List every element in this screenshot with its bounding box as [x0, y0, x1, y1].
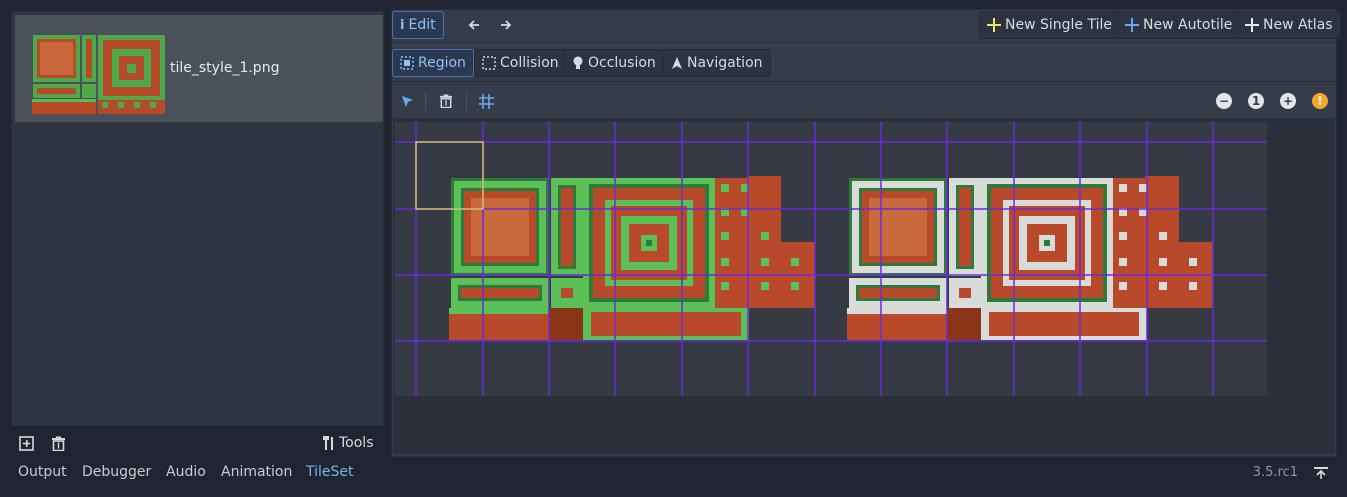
new-autotile-label: New Autotile: [1143, 17, 1233, 33]
texture-list-toolbar: Tools: [11, 428, 384, 458]
trash-icon: [51, 436, 65, 451]
tab-navigation-label: Navigation: [687, 55, 763, 71]
add-icon: [987, 18, 1001, 32]
region-icon: [400, 56, 414, 70]
warning-icon: !: [1317, 94, 1323, 108]
previous-tile-button[interactable]: [460, 11, 488, 39]
plus-icon: +: [1282, 94, 1294, 108]
toolbar-divider: [466, 91, 467, 111]
tileset-canvas-area[interactable]: [393, 118, 1335, 454]
toolbar-separator: [391, 42, 1337, 43]
tab-region[interactable]: Region: [392, 49, 474, 77]
minus-icon: −: [1218, 94, 1230, 108]
texture-list-item[interactable]: tile_style_1.png: [15, 15, 383, 122]
zoom-out-button[interactable]: −: [1216, 93, 1232, 109]
texture-thumbnail: [32, 34, 167, 114]
erase-tool-button[interactable]: [434, 87, 458, 115]
tab-occlusion[interactable]: Occlusion: [564, 49, 664, 77]
arrow-right-icon: [501, 20, 512, 30]
edit-label: Edit: [408, 17, 436, 33]
warning-button[interactable]: !: [1312, 93, 1328, 109]
tab-animation[interactable]: Animation: [221, 464, 292, 480]
tab-audio[interactable]: Audio: [166, 464, 206, 480]
remove-texture-button[interactable]: [48, 433, 68, 453]
texture-name: tile_style_1.png: [170, 60, 280, 76]
grid-snap-button[interactable]: [474, 87, 498, 115]
expand-bottom-panel-icon: [1314, 467, 1328, 479]
tab-navigation[interactable]: Navigation: [663, 49, 771, 77]
zoom-in-button[interactable]: +: [1280, 93, 1296, 109]
add-texture-button[interactable]: [16, 433, 36, 453]
arrow-left-icon: [468, 20, 479, 30]
toolbar-divider: [425, 91, 426, 111]
expand-panel-button[interactable]: [1312, 464, 1330, 482]
grid-icon: [478, 93, 494, 109]
add-texture-icon: [18, 435, 34, 451]
texture-list-panel: tile_style_1.png: [11, 11, 384, 426]
tabs-separator: [391, 81, 1337, 82]
collision-icon: [482, 56, 496, 70]
tab-occlusion-label: Occlusion: [588, 55, 656, 71]
bottom-panel-tabs: Output Debugger Audio Animation TileSet …: [0, 460, 1347, 488]
zoom-reset-label: 1: [1251, 94, 1261, 108]
tab-tileset[interactable]: TileSet: [306, 464, 354, 480]
new-single-tile-label: New Single Tile: [1005, 17, 1112, 33]
info-icon: i: [400, 17, 405, 33]
light-bulb-icon: [573, 56, 583, 69]
tools-menu-button[interactable]: Tools: [323, 433, 374, 453]
trash-icon: [439, 94, 453, 108]
new-single-tile-button[interactable]: New Single Tile: [979, 11, 1120, 39]
zoom-reset-button[interactable]: 1: [1248, 93, 1264, 109]
version-label: 3.5.rc1: [1252, 465, 1298, 480]
tileset-canvas[interactable]: [395, 122, 1267, 396]
add-icon: [1245, 18, 1259, 32]
next-tile-button[interactable]: [492, 11, 520, 39]
select-tool-button[interactable]: [395, 87, 419, 115]
new-autotile-button[interactable]: New Autotile: [1117, 11, 1241, 39]
new-atlas-label: New Atlas: [1263, 17, 1333, 33]
tab-collision-label: Collision: [500, 55, 559, 71]
tools-label: Tools: [339, 435, 374, 451]
tab-collision[interactable]: Collision: [474, 49, 567, 77]
new-atlas-button[interactable]: New Atlas: [1237, 11, 1341, 39]
add-icon: [1125, 18, 1139, 32]
tab-output[interactable]: Output: [18, 464, 67, 480]
tools-icon: [323, 436, 333, 450]
tab-region-label: Region: [418, 55, 466, 71]
navigation-icon: [672, 57, 682, 69]
tab-debugger[interactable]: Debugger: [82, 464, 151, 480]
edit-button[interactable]: i Edit: [392, 11, 444, 39]
pointer-icon: [401, 95, 413, 107]
